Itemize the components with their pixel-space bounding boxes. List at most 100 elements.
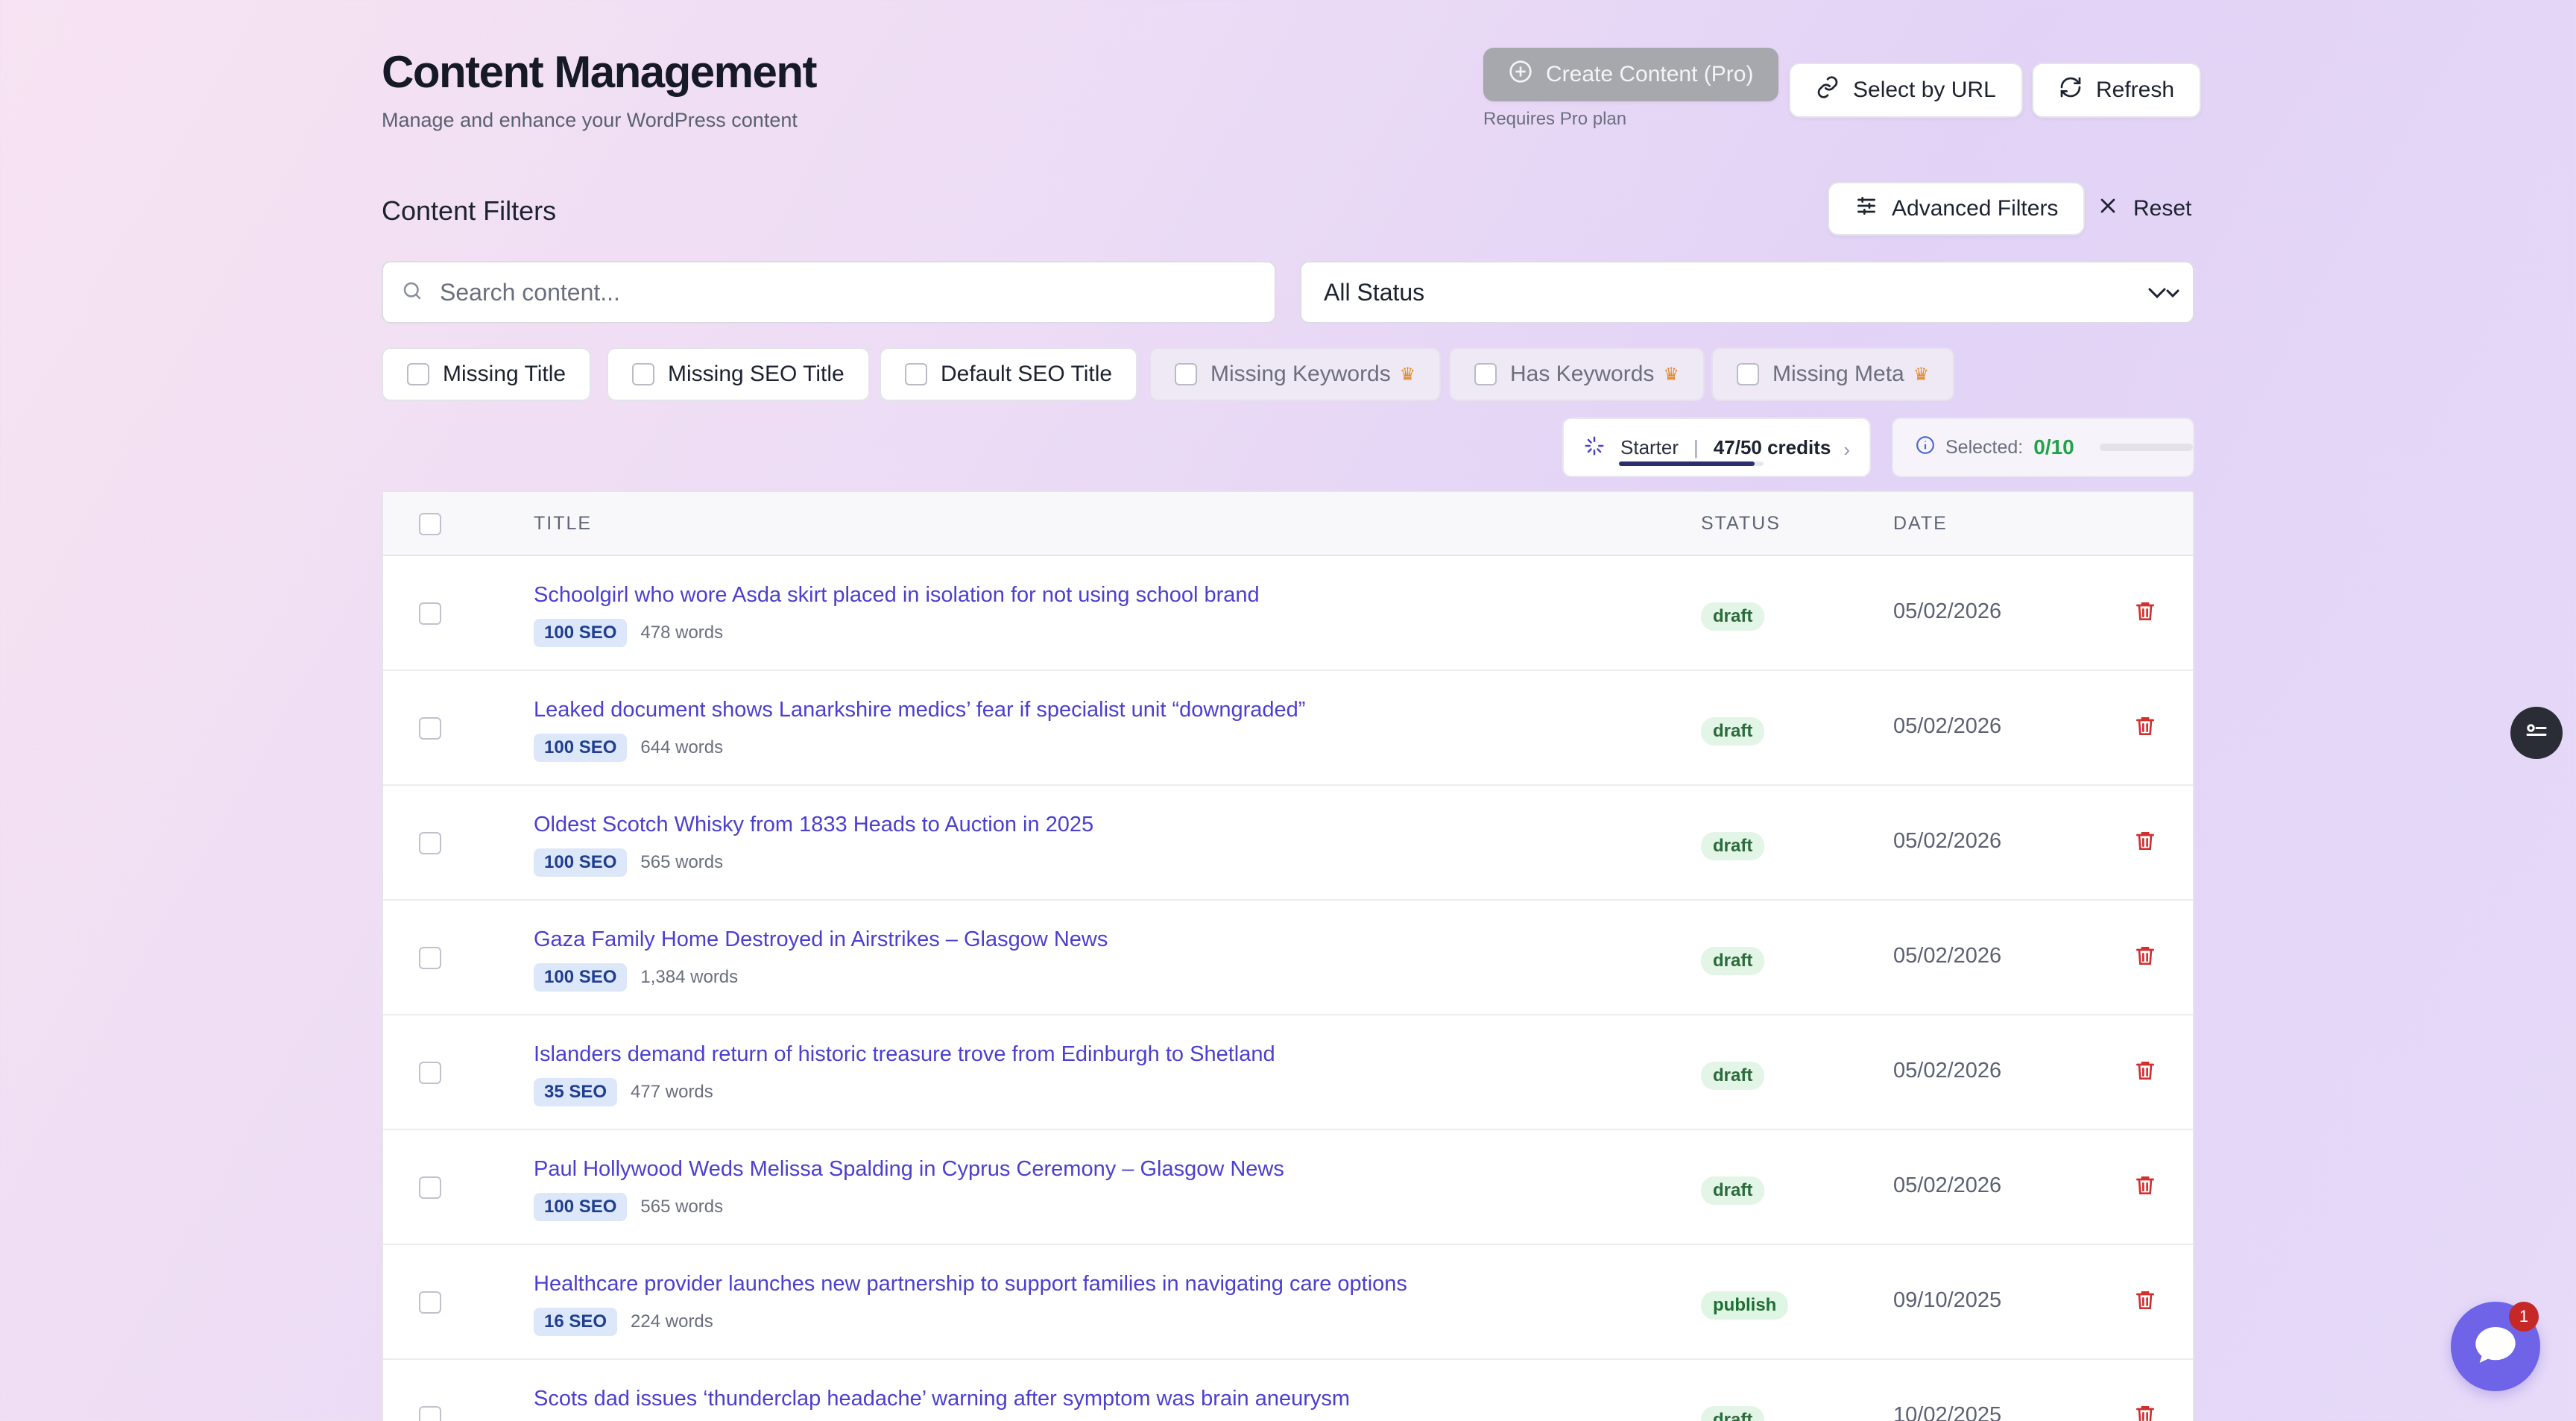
row-meta: 100 SEO 478 words: [534, 619, 723, 647]
row-date: 09/10/2025: [1893, 1288, 2002, 1312]
table-row: Islanders demand return of historic trea…: [383, 1015, 2193, 1130]
table-row: Scots dad issues ‘thunderclap headache’ …: [383, 1360, 2193, 1421]
checkbox[interactable]: [1474, 363, 1497, 385]
row-title-link[interactable]: Healthcare provider launches new partner…: [534, 1272, 1407, 1296]
row-title-link[interactable]: Gaza Family Home Destroyed in Airstrikes…: [534, 927, 1108, 952]
advanced-filters-label: Advanced Filters: [1892, 196, 2059, 221]
search-box: [382, 261, 1276, 324]
select-all-checkbox[interactable]: [419, 513, 441, 535]
word-count: 477 words: [631, 1082, 713, 1102]
row-checkbox[interactable]: [419, 717, 441, 740]
status-badge: draft: [1701, 1062, 1765, 1090]
filter-chip-has-keywords[interactable]: Has Keywords ♛: [1449, 347, 1705, 401]
checkbox[interactable]: [1737, 363, 1759, 385]
filter-chip-label: Missing Keywords: [1210, 362, 1391, 386]
row-checkbox[interactable]: [419, 1062, 441, 1084]
side-panel-toggle-button[interactable]: [2510, 707, 2563, 759]
row-title-link[interactable]: Paul Hollywood Weds Melissa Spalding in …: [534, 1157, 1284, 1182]
credits-separator: |: [1693, 435, 1699, 459]
plan-name: Starter: [1620, 435, 1679, 459]
create-content-button[interactable]: Create Content (Pro): [1483, 48, 1779, 101]
refresh-label: Refresh: [2096, 78, 2175, 102]
filter-chip-missing-seo-title[interactable]: Missing SEO Title: [607, 347, 870, 401]
row-checkbox[interactable]: [419, 1291, 441, 1314]
row-checkbox[interactable]: [419, 947, 441, 969]
seo-score-badge: 100 SEO: [534, 963, 628, 992]
selection-counter: Selected: 0/10: [1892, 418, 2194, 477]
crown-icon: ♛: [1913, 364, 1930, 385]
reset-button[interactable]: Reset: [2075, 182, 2212, 236]
word-count: 644 words: [640, 737, 724, 757]
row-checkbox[interactable]: [419, 832, 441, 854]
seo-score-badge: 100 SEO: [534, 1193, 628, 1221]
advanced-filters-button[interactable]: Advanced Filters: [1828, 182, 2086, 236]
selection-progress-bar: [2099, 444, 2193, 451]
credits-widget[interactable]: Starter | 47/50 credits ›: [1562, 418, 1871, 477]
filter-chip-missing-title[interactable]: Missing Title: [382, 347, 592, 401]
chat-notification-badge: 1: [2509, 1302, 2539, 1332]
info-icon: [1916, 435, 1935, 460]
create-content-label: Create Content (Pro): [1546, 62, 1754, 86]
credits-progress-bar: [1619, 461, 1764, 466]
table-header: TITLE STATUS DATE: [383, 492, 2193, 556]
seo-score-badge: 100 SEO: [534, 619, 628, 647]
reset-label: Reset: [2133, 196, 2192, 221]
row-meta: 100 SEO 1,384 words: [534, 963, 738, 992]
status-select[interactable]: All Status: [1300, 261, 2194, 324]
seo-score-badge: 16 SEO: [534, 1308, 618, 1336]
table-row: Healthcare provider launches new partner…: [383, 1245, 2193, 1360]
filter-chip-default-seo-title[interactable]: Default SEO Title: [880, 347, 1138, 401]
refresh-button[interactable]: Refresh: [2032, 63, 2202, 118]
row-meta: 100 SEO 644 words: [534, 734, 723, 762]
table-row: Paul Hollywood Weds Melissa Spalding in …: [383, 1130, 2193, 1245]
page-title: Content Management: [382, 47, 818, 97]
column-header-date: DATE: [1893, 513, 1948, 534]
status-badge: draft: [1701, 1406, 1765, 1421]
word-count: 565 words: [640, 852, 724, 872]
word-count: 478 words: [640, 623, 724, 643]
chat-bubble-icon: [2472, 1321, 2519, 1373]
row-title-link[interactable]: Oldest Scotch Whisky from 1833 Heads to …: [534, 813, 1093, 837]
row-title-link[interactable]: Islanders demand return of historic trea…: [534, 1042, 1275, 1067]
table-row: Oldest Scotch Whisky from 1833 Heads to …: [383, 786, 2193, 901]
table-row: Schoolgirl who wore Asda skirt placed in…: [383, 556, 2193, 671]
filter-chip-missing-keywords[interactable]: Missing Keywords ♛: [1149, 347, 1442, 401]
column-header-status: STATUS: [1701, 513, 1781, 534]
row-date: 05/02/2026: [1893, 1173, 2002, 1197]
row-title-link[interactable]: Schoolgirl who wore Asda skirt placed in…: [534, 583, 1260, 608]
column-header-title: TITLE: [534, 513, 593, 534]
row-checkbox[interactable]: [419, 1406, 441, 1421]
trash-icon[interactable]: [2133, 1059, 2157, 1083]
status-badge: draft: [1701, 717, 1765, 746]
filter-chip-label: Default SEO Title: [941, 362, 1113, 386]
checkbox[interactable]: [407, 363, 429, 385]
search-input[interactable]: [440, 278, 1260, 306]
trash-icon[interactable]: [2133, 1288, 2157, 1312]
row-meta: 100 SEO 565 words: [534, 848, 723, 877]
filter-chip-label: Missing SEO Title: [668, 362, 845, 386]
credits-amount: 47/50 credits: [1713, 435, 1831, 459]
checkbox[interactable]: [1175, 363, 1197, 385]
pro-plan-note: Requires Pro plan: [1483, 109, 1627, 129]
trash-icon[interactable]: [2133, 1173, 2157, 1197]
crown-icon: ♛: [1663, 364, 1679, 385]
trash-icon[interactable]: [2133, 714, 2157, 738]
row-checkbox[interactable]: [419, 1176, 441, 1199]
trash-icon[interactable]: [2133, 599, 2157, 623]
close-icon: [2096, 194, 2120, 224]
filter-chip-label: Missing Meta: [1772, 362, 1904, 386]
page-subtitle: Manage and enhance your WordPress conten…: [382, 109, 798, 131]
trash-icon[interactable]: [2133, 1403, 2157, 1421]
row-title-link[interactable]: Leaked document shows Lanarkshire medics…: [534, 698, 1305, 722]
checkbox[interactable]: [905, 363, 927, 385]
filter-chip-missing-meta[interactable]: Missing Meta ♛: [1711, 347, 1955, 401]
trash-icon[interactable]: [2133, 829, 2157, 853]
row-title-link[interactable]: Scots dad issues ‘thunderclap headache’ …: [534, 1387, 1350, 1411]
row-checkbox[interactable]: [419, 602, 441, 625]
select-by-url-button[interactable]: Select by URL: [1789, 63, 2023, 118]
sliders-icon: [1854, 194, 1878, 224]
chevron-down-icon: [2147, 280, 2182, 307]
trash-icon[interactable]: [2133, 944, 2157, 968]
row-date: 05/02/2026: [1893, 714, 2002, 738]
checkbox[interactable]: [632, 363, 654, 385]
